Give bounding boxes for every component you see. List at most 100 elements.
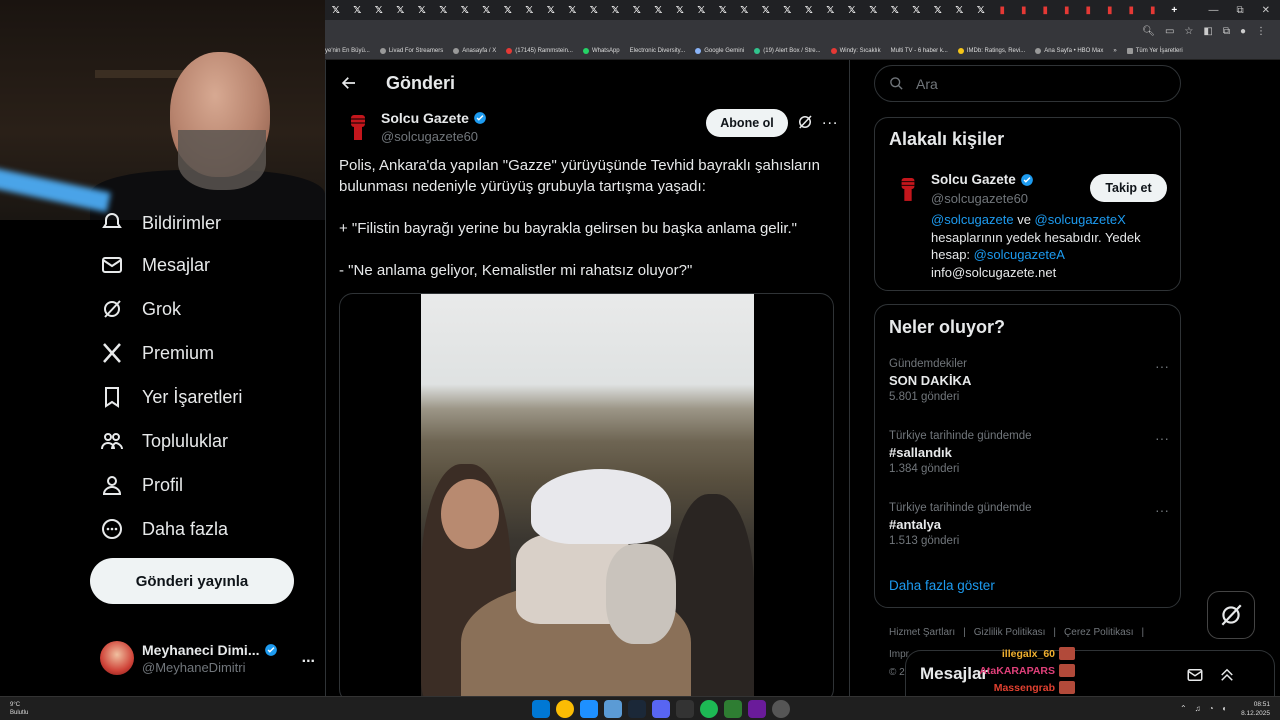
author-handle[interactable]: @solcugazete60 [381, 129, 478, 144]
browser-tab-x[interactable]: 𝕏 [605, 0, 627, 20]
nav-topluluklar[interactable]: Topluluklar [100, 429, 228, 453]
nav-premium[interactable]: Premium [100, 341, 214, 365]
browser-tab-x[interactable]: 𝕏 [390, 0, 412, 20]
bookmark-item[interactable]: Ana Sayfa • HBO Max [1035, 47, 1103, 54]
search-input[interactable] [914, 74, 1154, 93]
browser-tab-youtube[interactable]: ▮ [1121, 0, 1143, 20]
browser-tab-x[interactable]: 𝕏 [648, 0, 670, 20]
volume-icon[interactable]: ◖ [1222, 704, 1227, 713]
nav-profil[interactable]: Profil [100, 473, 183, 497]
browser-tab-x[interactable]: 𝕏 [433, 0, 455, 20]
tweet-more-icon[interactable]: ... [822, 111, 838, 129]
browser-tab-x[interactable]: 𝕏 [626, 0, 648, 20]
browser-tab-x[interactable]: 𝕏 [712, 0, 734, 20]
puzzle-icon[interactable]: ⧉ [1223, 26, 1230, 37]
browser-tab-x[interactable]: 𝕏 [691, 0, 713, 20]
spotify-icon[interactable] [700, 700, 718, 718]
bookmark-item[interactable]: Livad For Streamers [379, 47, 443, 54]
star-icon[interactable]: ☆ [1184, 26, 1193, 37]
browser-tab-x[interactable]: 𝕏 [669, 0, 691, 20]
nav-grok[interactable]: Grok [100, 297, 181, 321]
author-name-row[interactable]: Solcu Gazete [381, 110, 487, 126]
browser-tab-x[interactable]: 𝕏 [540, 0, 562, 20]
chevron-up-icon[interactable]: ⌃ [1180, 704, 1187, 713]
explorer-icon[interactable] [604, 700, 622, 718]
browser-tab-x[interactable]: 𝕏 [734, 0, 756, 20]
grok-icon[interactable] [796, 113, 814, 131]
bookmark-item[interactable]: WhatsApp [582, 47, 620, 54]
browser-tab-youtube[interactable]: ▮ [1035, 0, 1057, 20]
footer-link[interactable]: Çerez Politikası [1064, 627, 1133, 638]
extension-icon[interactable]: ◧ [1203, 26, 1212, 37]
browser-tab-x[interactable]: 𝕏 [949, 0, 971, 20]
chrome-icon[interactable] [556, 700, 574, 718]
browser-tab-youtube[interactable]: ▮ [1013, 0, 1035, 20]
edge-icon[interactable] [580, 700, 598, 718]
profile-icon[interactable]: ● [1240, 26, 1246, 37]
browser-tab-x[interactable]: 𝕏 [347, 0, 369, 20]
nav-mesajlar[interactable]: Mesajlar [100, 253, 210, 277]
bio-link[interactable]: @solcugazeteX [1035, 212, 1126, 227]
browser-tab-x[interactable]: 𝕏 [777, 0, 799, 20]
bookmark-item[interactable]: (17145) Rammstein... [506, 47, 573, 54]
bio-link[interactable]: @solcugazete [931, 212, 1014, 227]
zoom-icon[interactable]: 🔍︎ [1142, 26, 1155, 37]
browser-tab-x[interactable]: 𝕏 [411, 0, 433, 20]
all-bookmarks[interactable]: Tüm Yer İşaretleri [1126, 47, 1183, 54]
bio-link[interactable]: @solcugazeteA [974, 247, 1065, 262]
browser-tab-x[interactable]: 𝕏 [906, 0, 928, 20]
browser-tab-youtube[interactable]: ▮ [1056, 0, 1078, 20]
browser-tab-x[interactable]: 𝕏 [368, 0, 390, 20]
weather-widget[interactable]: 9°C Bulutlu [10, 701, 28, 717]
search-box[interactable] [874, 65, 1181, 102]
bookmark-item[interactable]: Windy: Sıcaklık [830, 47, 881, 54]
browser-tab-x[interactable]: 𝕏 [755, 0, 777, 20]
browser-tab-x[interactable]: 𝕏 [820, 0, 842, 20]
trend-more-icon[interactable]: ··· [1155, 430, 1169, 446]
browser-tab-youtube[interactable]: ▮ [1142, 0, 1164, 20]
steam-icon[interactable] [628, 700, 646, 718]
back-arrow-icon[interactable] [340, 74, 358, 92]
new-tab-button[interactable]: + [1164, 0, 1186, 20]
related-name-row[interactable]: Solcu Gazete [931, 172, 1034, 187]
discord-icon[interactable] [652, 700, 670, 718]
browser-tab-x[interactable]: 𝕏 [562, 0, 584, 20]
account-switcher[interactable]: Meyhaneci Dimi... @MeyhaneDimitri ... [100, 635, 315, 681]
chevron-up-icon[interactable] [1218, 666, 1236, 684]
start-icon[interactable] [532, 700, 550, 718]
bookmark-item[interactable]: IMDb: Ratings, Revi... [957, 47, 1025, 54]
browser-tab-x[interactable]: 𝕏 [519, 0, 541, 20]
footer-link[interactable]: Hizmet Şartları [889, 627, 955, 638]
tweet-media[interactable] [339, 293, 834, 703]
bookmark-item[interactable]: Google Gemini [695, 47, 744, 54]
bookmark-item[interactable]: ye'nin En Büyü... [325, 48, 370, 54]
clock[interactable]: 08:51 8.12.2025 [1241, 700, 1270, 718]
browser-tab-x[interactable]: 𝕏 [583, 0, 605, 20]
nav-yer-isaretleri[interactable]: Yer İşaretleri [100, 385, 242, 409]
footer-link[interactable]: Gizlilik Politikası [974, 627, 1046, 638]
maximize-button[interactable]: ⧉ [1236, 5, 1243, 16]
browser-tab-x[interactable]: 𝕏 [970, 0, 992, 20]
epic-icon[interactable] [676, 700, 694, 718]
bookmark-item[interactable]: Anasayfa / X [453, 47, 496, 54]
related-handle[interactable]: @solcugazete60 [931, 191, 1028, 206]
browser-tab-x[interactable]: 𝕏 [497, 0, 519, 20]
follow-button[interactable]: Takip et [1090, 174, 1167, 202]
browser-tab-x[interactable]: 𝕏 [884, 0, 906, 20]
browser-tab-x[interactable]: 𝕏 [325, 0, 347, 20]
bookmark-item[interactable]: Multi TV - 6 haber k... [891, 48, 948, 54]
browser-tab-youtube[interactable]: ▮ [1078, 0, 1100, 20]
app-icon[interactable] [724, 700, 742, 718]
bookmarks-overflow[interactable]: » [1113, 48, 1116, 54]
trend-more-icon[interactable]: ··· [1155, 358, 1169, 374]
nav-daha-fazla[interactable]: Daha fazla [100, 517, 228, 541]
kick-icon[interactable] [748, 700, 766, 718]
trend-item[interactable]: Türkiye tarihinde gündemde #sallandık 1.… [889, 430, 1169, 475]
browser-tab-x[interactable]: 𝕏 [476, 0, 498, 20]
new-message-icon[interactable] [1186, 666, 1204, 684]
browser-tab-x[interactable]: 𝕏 [841, 0, 863, 20]
browser-tab-x[interactable]: 𝕏 [927, 0, 949, 20]
video-player[interactable] [421, 294, 754, 702]
solcu-gazete-logo-icon[interactable] [897, 174, 919, 204]
bookmark-item[interactable]: Electronic Diversity... [630, 48, 686, 54]
